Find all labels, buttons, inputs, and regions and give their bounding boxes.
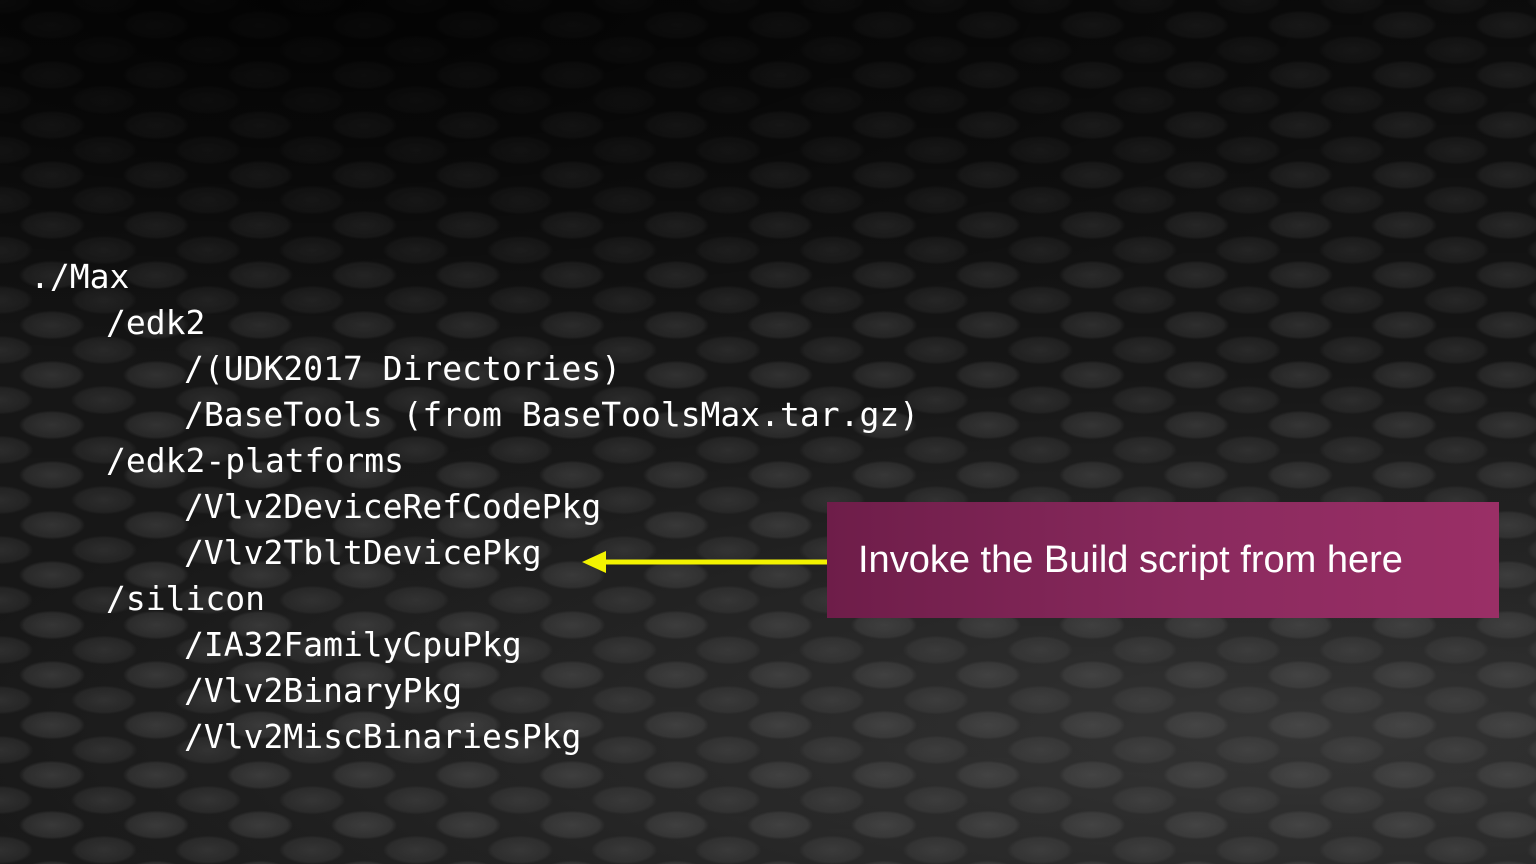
arrow-left-icon	[582, 551, 828, 573]
tree-item-edk2: /edk2	[106, 303, 206, 342]
directory-tree: ./Max /edk2 /(UDK2017 Directories) /Base…	[30, 254, 919, 760]
tree-item-udk2017-directories: /(UDK2017 Directories)	[184, 349, 622, 388]
tree-item-vlv2-device-ref-code-pkg: /Vlv2DeviceRefCodePkg	[184, 487, 602, 526]
tree-item-silicon: /silicon	[106, 579, 265, 618]
callout-text: Invoke the Build script from here	[858, 538, 1403, 581]
tree-item-vlv2-misc-binaries-pkg: /Vlv2MiscBinariesPkg	[184, 717, 582, 756]
tree-item-max: ./Max	[30, 257, 130, 296]
callout-box: Invoke the Build script from here	[827, 502, 1499, 618]
tree-item-vlv2-binary-pkg: /Vlv2BinaryPkg	[184, 671, 463, 710]
tree-item-ia32-family-cpu-pkg: /IA32FamilyCpuPkg	[184, 625, 522, 664]
tree-item-basetools: /BaseTools (from BaseToolsMax.tar.gz)	[184, 395, 920, 434]
tree-item-edk2-platforms: /edk2-platforms	[106, 441, 405, 480]
slide: ./Max /edk2 /(UDK2017 Directories) /Base…	[0, 0, 1536, 864]
